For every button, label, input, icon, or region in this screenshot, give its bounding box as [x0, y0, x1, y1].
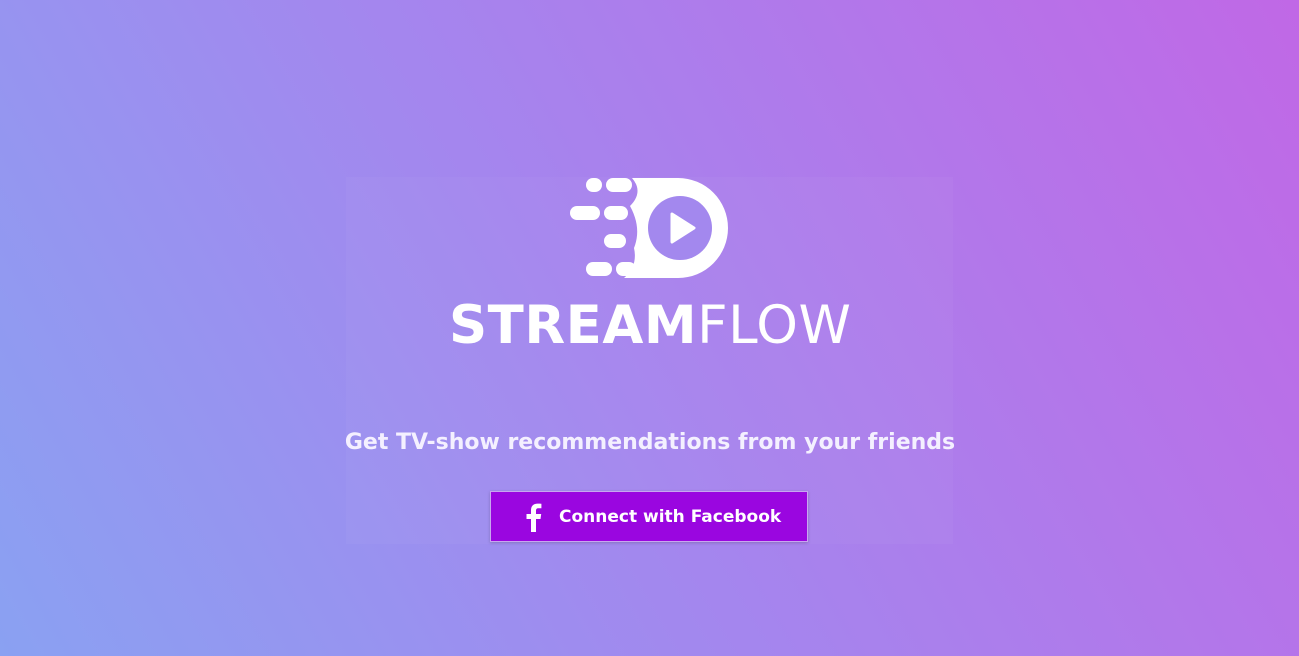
connect-facebook-button[interactable]: Connect with Facebook	[490, 491, 808, 542]
brand-name-bold: STREAM	[449, 295, 698, 356]
streamflow-logo-icon	[570, 178, 728, 278]
brand-wordmark: STREAMFLOW	[449, 293, 851, 359]
tagline: Get TV-show recommendations from your fr…	[344, 430, 956, 455]
facebook-icon	[526, 503, 542, 532]
connect-facebook-label: Connect with Facebook	[559, 507, 782, 527]
brand-name-light: FLOW	[697, 295, 852, 356]
